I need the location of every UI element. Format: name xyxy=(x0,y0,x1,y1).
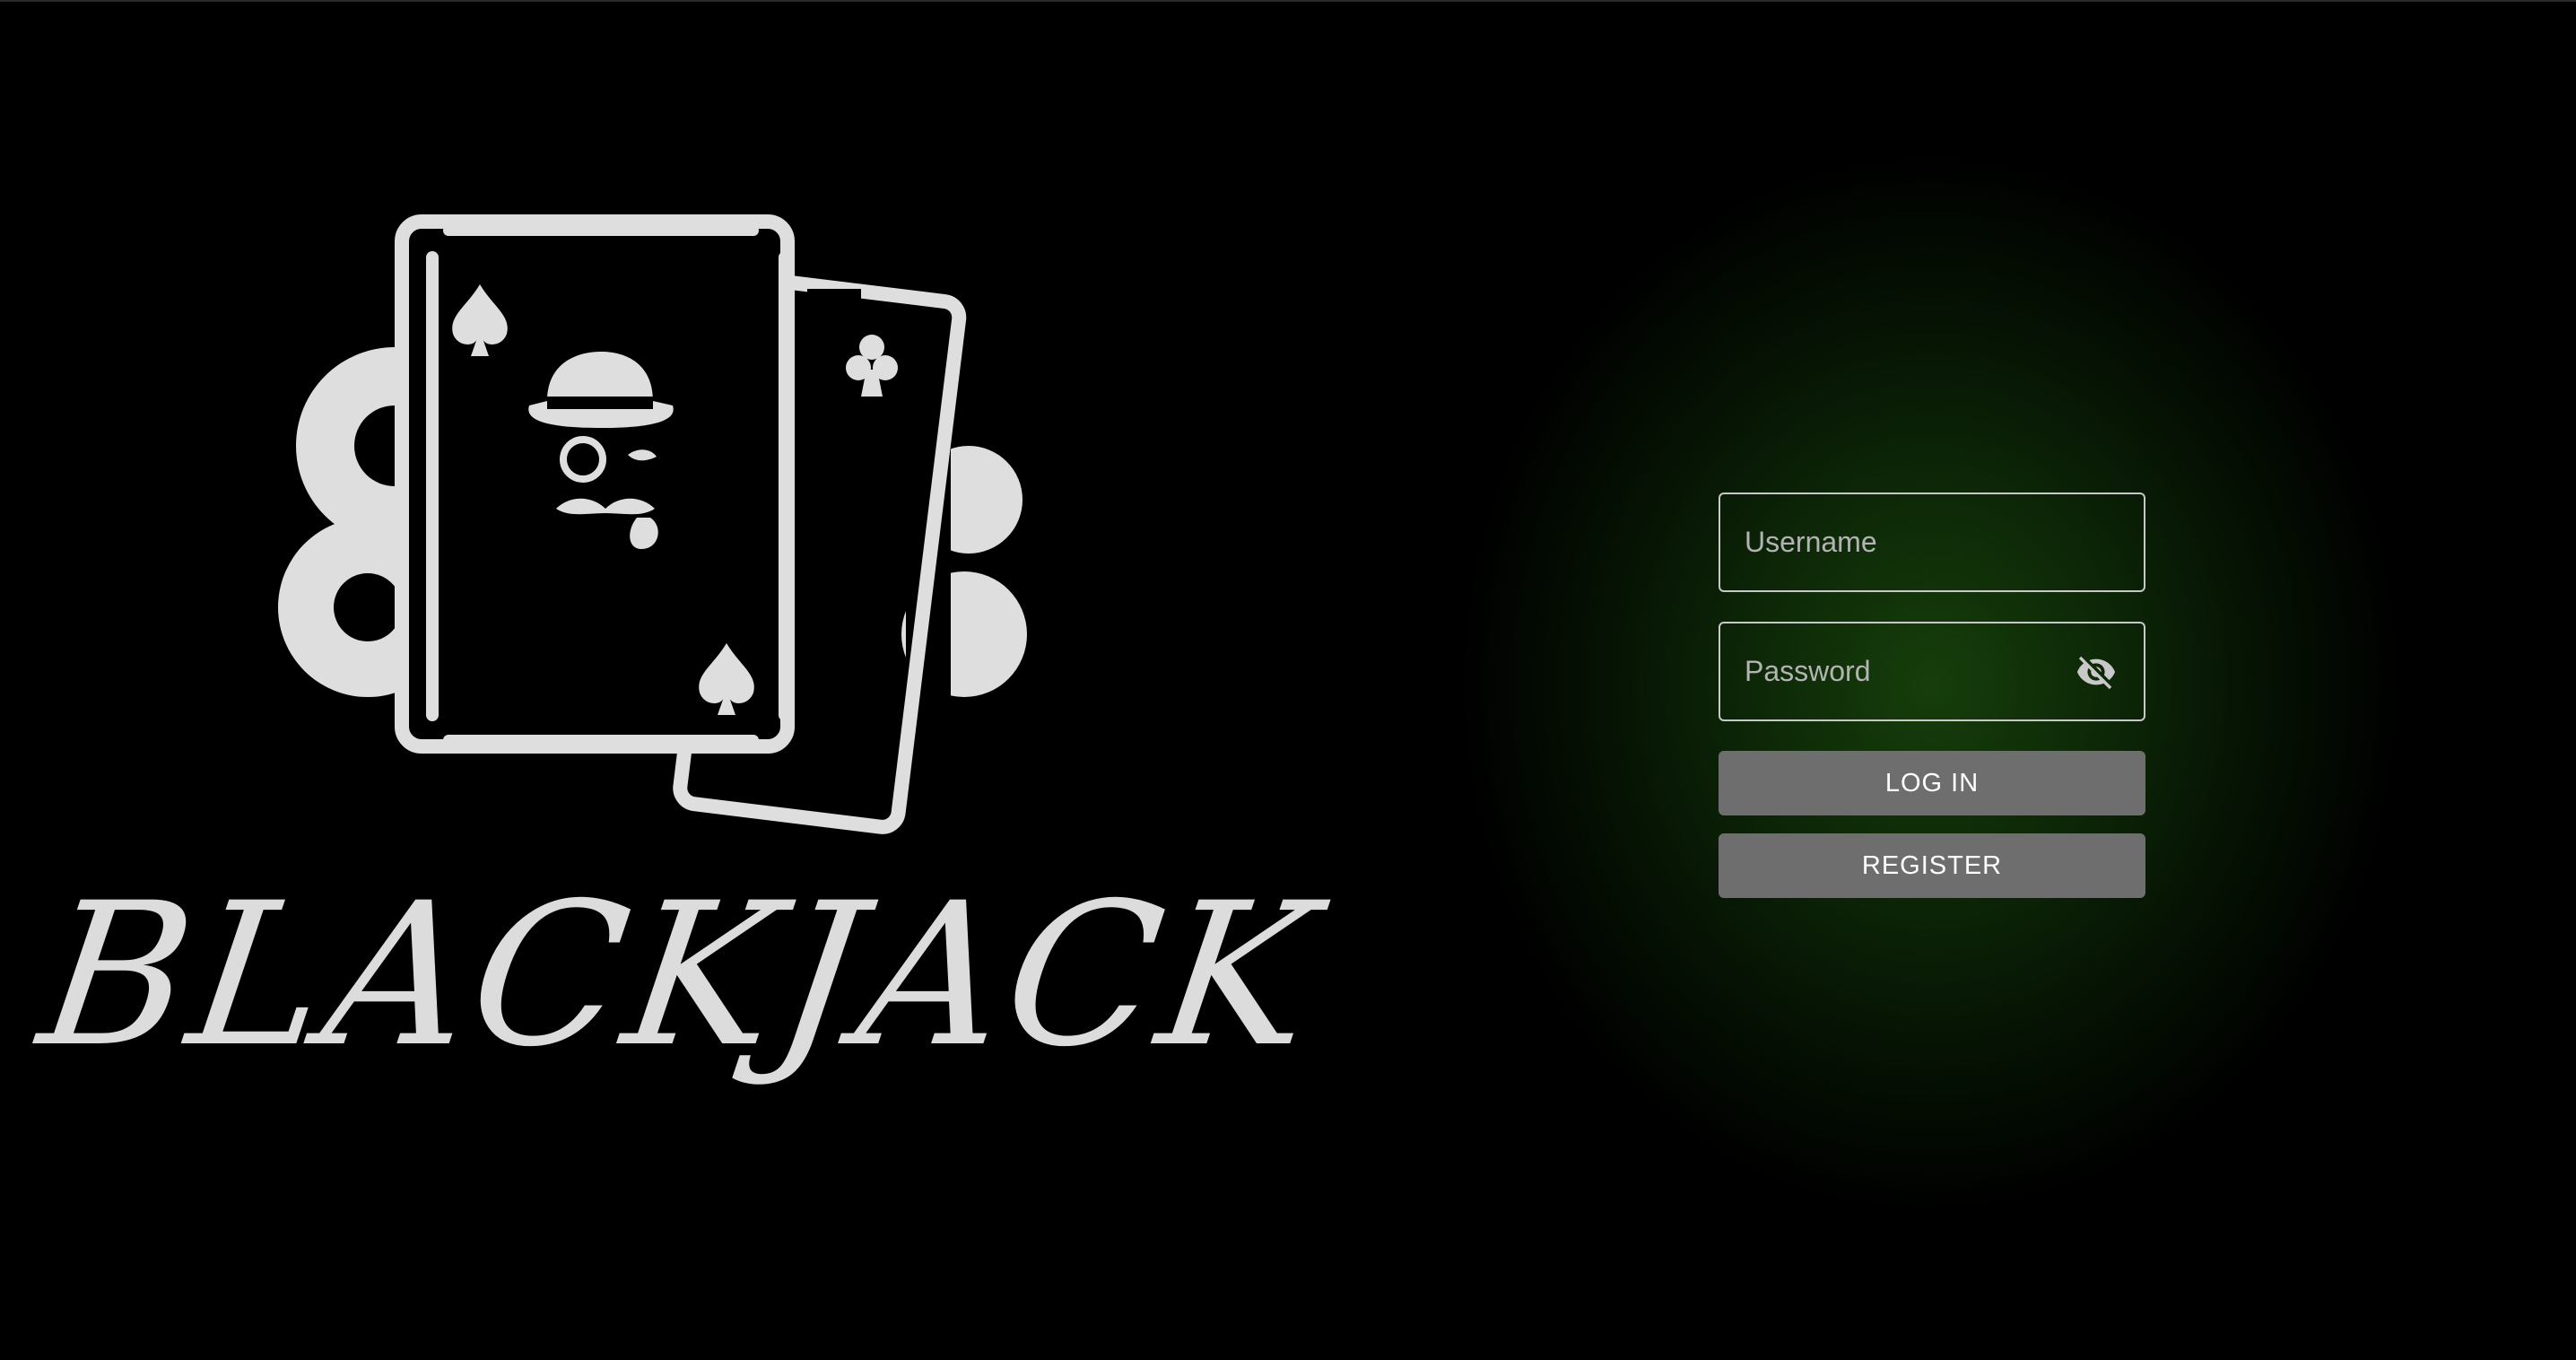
login-form: LOG IN REGISTER xyxy=(1719,493,2145,898)
playing-cards-logo-graphic xyxy=(278,214,1027,834)
password-field-wrapper xyxy=(1719,622,2145,721)
eye-off-icon[interactable] xyxy=(2076,651,2117,693)
blackjack-logo: BLACKJACK xyxy=(18,204,1330,1090)
username-field-wrapper xyxy=(1719,493,2145,592)
logo-wordmark: BLACKJACK xyxy=(29,860,1331,1090)
login-button[interactable]: LOG IN xyxy=(1719,751,2145,815)
username-input[interactable] xyxy=(1720,494,2144,590)
login-page: BLACKJACK LOG IN REGISTER xyxy=(0,0,2576,1360)
register-button[interactable]: REGISTER xyxy=(1719,833,2145,898)
